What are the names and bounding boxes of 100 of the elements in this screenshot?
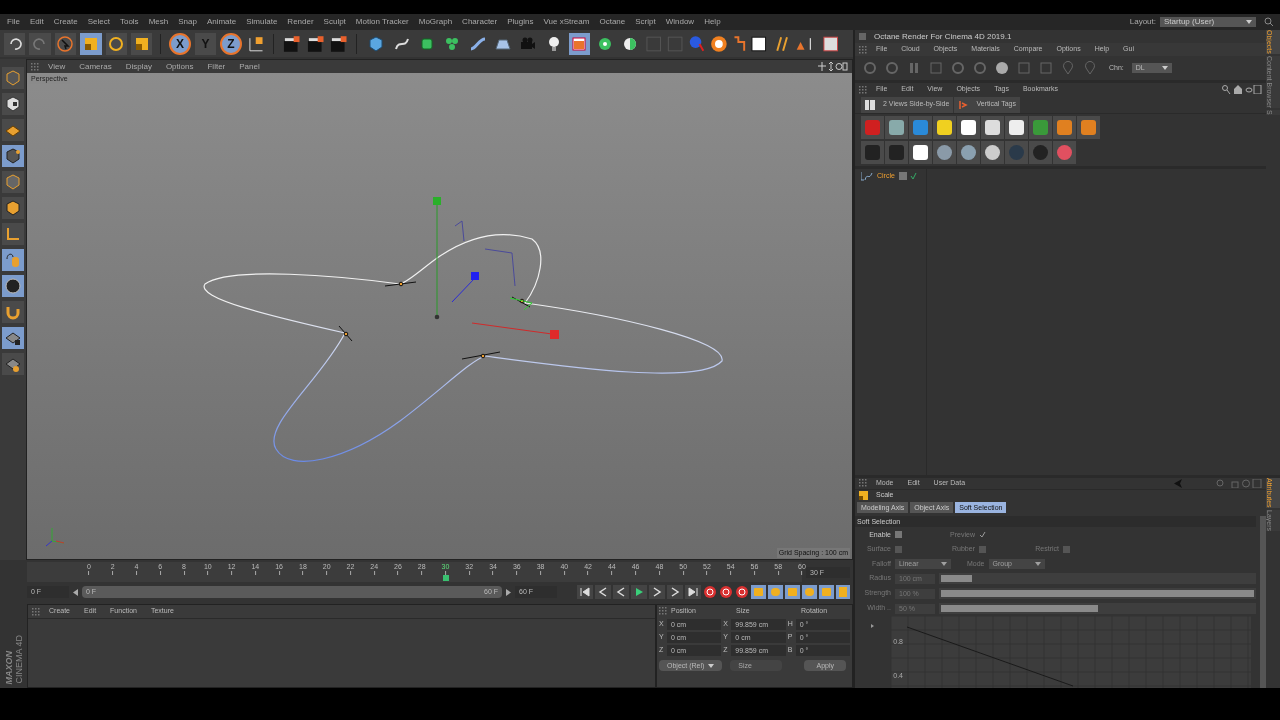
mode-button[interactable]: [2, 197, 24, 219]
tool-button[interactable]: [105, 32, 127, 55]
grip-icon: [659, 607, 667, 615]
grip-icon: [859, 479, 867, 488]
menu-item[interactable]: Sculpt: [318, 16, 351, 28]
mode-button[interactable]: [2, 223, 24, 245]
axis-lock-button[interactable]: X: [169, 32, 191, 55]
tags-icon: [958, 99, 969, 110]
render-view-icon[interactable]: [282, 33, 302, 54]
menu-item[interactable]: Display: [120, 60, 157, 73]
menu-item[interactable]: File: [2, 16, 25, 28]
tag-icons: [898, 172, 917, 181]
left-arrow-icon[interactable]: [73, 588, 78, 596]
menu-item[interactable]: Simulate: [241, 16, 283, 28]
attribute-tools-icon[interactable]: [1174, 478, 1262, 488]
layout-label: Layout:: [1129, 16, 1156, 28]
caret-icon: [941, 561, 947, 566]
mode-button[interactable]: [2, 327, 24, 349]
axis-lock-button[interactable]: Z: [220, 32, 242, 55]
grip-icon: [32, 607, 40, 616]
menu-item[interactable]: Animate: [201, 16, 242, 28]
caret-icon: [1246, 20, 1252, 24]
menu-item[interactable]: Vue xStream: [538, 16, 595, 28]
layout-dropdown[interactable]: Startup (User): [1160, 17, 1256, 27]
sphere-icon[interactable]: [995, 61, 1009, 75]
play-icon[interactable]: [631, 585, 647, 599]
grip-icon: [859, 45, 867, 54]
window-icon: [570, 34, 589, 53]
slider-track[interactable]: [939, 603, 1256, 614]
menu-item[interactable]: Options: [160, 60, 199, 73]
window-title: Octane Render For Cinema 4D 2019.1: [874, 30, 1012, 43]
menu-item[interactable]: Select: [82, 16, 115, 28]
prev-frame-icon[interactable]: [613, 585, 629, 599]
cube-icon: [4, 69, 22, 87]
go-start-icon[interactable]: [577, 585, 593, 599]
grip-icon: [859, 85, 867, 94]
polygon-cube-icon: [4, 199, 22, 217]
menu-item[interactable]: Edit: [24, 16, 49, 28]
menu-item[interactable]: Character: [457, 16, 503, 28]
render-picture-icon[interactable]: [305, 33, 326, 54]
menu-item[interactable]: Filter: [202, 60, 231, 73]
menu-item[interactable]: Render: [282, 16, 319, 28]
menu-item[interactable]: Snap: [173, 16, 202, 28]
expand-arrow-icon[interactable]: [871, 624, 874, 628]
menu-item[interactable]: Script: [630, 16, 661, 28]
mode-button[interactable]: [2, 119, 24, 141]
menu-item[interactable]: Help: [699, 16, 726, 28]
menu-item[interactable]: Motion Tracker: [350, 16, 414, 28]
caret-icon: [708, 663, 715, 668]
tool-button[interactable]: [54, 32, 77, 55]
menu-item[interactable]: Window: [660, 16, 700, 28]
menu-item[interactable]: Octane: [594, 16, 631, 28]
mode-button[interactable]: [2, 93, 24, 115]
tool-button[interactable]: [130, 32, 153, 55]
mouse-icon: [4, 251, 22, 269]
columns-icon: [865, 99, 875, 110]
go-end-icon[interactable]: [685, 585, 701, 599]
rotate-icon: [107, 34, 126, 53]
search-icon[interactable]: [1222, 85, 1262, 94]
menu-item[interactable]: Cameras: [74, 60, 117, 73]
mode-button[interactable]: [2, 301, 24, 323]
record-icon[interactable]: [703, 585, 717, 599]
object-button[interactable]: [568, 32, 590, 55]
next-key-icon[interactable]: [667, 585, 683, 599]
right-arrow-icon[interactable]: [506, 588, 511, 596]
playhead[interactable]: [442, 575, 449, 581]
scale-icon: [859, 491, 868, 500]
prev-key-icon[interactable]: [595, 585, 611, 599]
menu-item[interactable]: Mesh: [143, 16, 174, 28]
spline-icon: [861, 171, 873, 181]
edge-cube-icon: [4, 173, 22, 191]
mode-button[interactable]: [2, 353, 24, 375]
menu-item[interactable]: Tools: [114, 16, 144, 28]
menu-item[interactable]: MoGraph: [413, 16, 458, 28]
caret-icon: [1034, 561, 1041, 566]
snap-icon: [4, 277, 22, 295]
mode-button[interactable]: [2, 145, 24, 167]
tool-button[interactable]: [4, 32, 26, 55]
grip-icon: [31, 62, 39, 71]
move-view-icon[interactable]: [818, 62, 848, 71]
axis-icon: [4, 225, 22, 243]
next-frame-icon[interactable]: [649, 585, 665, 599]
checkbox[interactable]: [895, 531, 902, 539]
checker-cube-icon: [4, 95, 22, 113]
tangent-handles[interactable]: [338, 281, 531, 360]
window-icon: [859, 33, 866, 40]
product-name: CINEMA 4D: [13, 635, 24, 684]
menu-item[interactable]: View: [43, 60, 71, 73]
world-axis-icon: [45, 527, 65, 547]
menu-item[interactable]: Panel: [234, 60, 265, 73]
render-settings-icon[interactable]: [329, 33, 349, 54]
slider-track[interactable]: [939, 573, 1256, 584]
menu-item[interactable]: Plugins: [502, 16, 539, 28]
mode-button[interactable]: [2, 275, 24, 297]
pause-icon[interactable]: [907, 61, 921, 75]
search-icon[interactable]: [1264, 17, 1274, 27]
tool-button[interactable]: [80, 32, 102, 55]
cursor-icon: [56, 34, 75, 53]
scrollbar[interactable]: [1260, 515, 1266, 688]
menu-item[interactable]: Create: [48, 16, 83, 28]
